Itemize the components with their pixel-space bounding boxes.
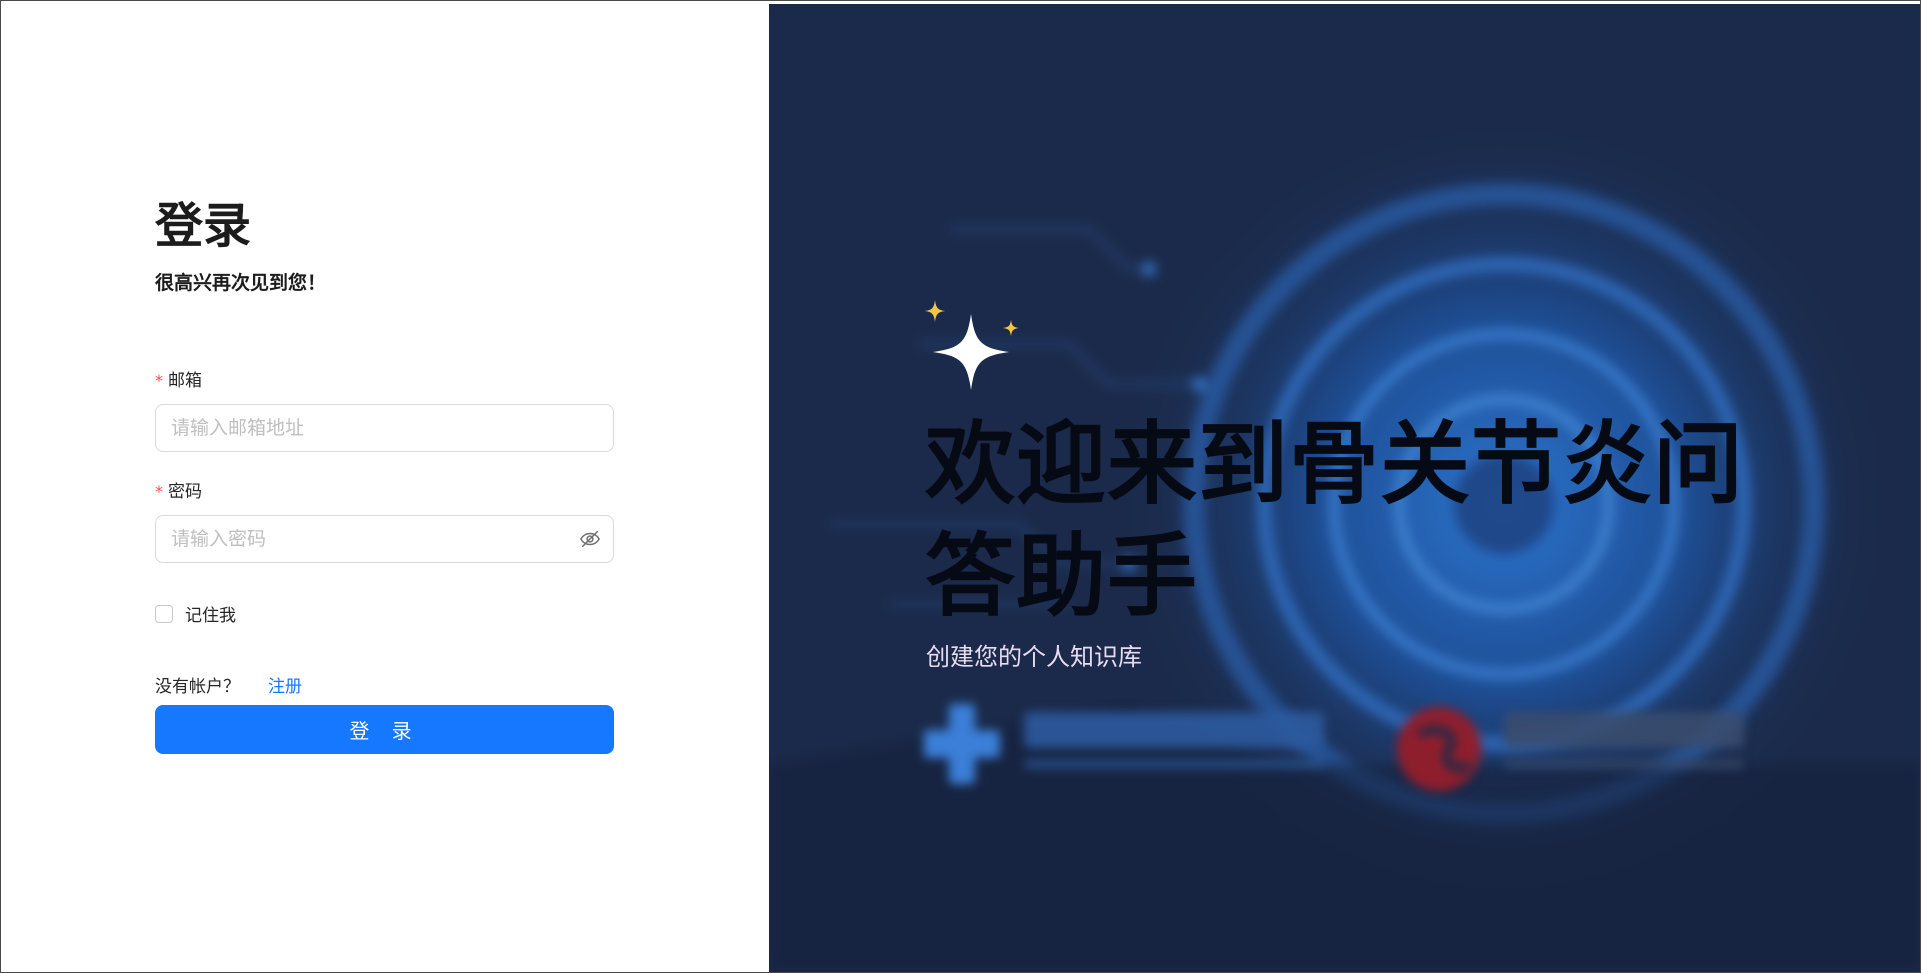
hospital-logo bbox=[924, 704, 1324, 784]
hero-subtitle: 创建您的个人知识库 bbox=[926, 643, 1142, 671]
login-form: 登录 很高兴再次见到您！ * 邮箱 * 密码 bbox=[155, 197, 614, 754]
password-label: * 密码 bbox=[155, 480, 614, 504]
login-button[interactable]: 登 录 bbox=[155, 705, 614, 754]
partner-logos bbox=[924, 704, 1744, 791]
password-input[interactable] bbox=[156, 516, 586, 562]
required-mark: * bbox=[155, 371, 163, 390]
login-title: 登录 bbox=[155, 198, 252, 254]
required-mark: * bbox=[155, 482, 163, 501]
hero-panel: 欢迎来到骨关节炎问答助手 创建您的个人知识库 bbox=[769, 4, 1920, 972]
sparkle-icon bbox=[925, 300, 1019, 390]
email-input-wrapper bbox=[155, 404, 614, 452]
university-logo bbox=[1397, 707, 1744, 791]
login-page: 登录 很高兴再次见到您！ * 邮箱 * 密码 bbox=[0, 0, 1921, 973]
hero-title: 欢迎来到骨关节炎问答助手 bbox=[925, 412, 1744, 629]
login-panel: 登录 很高兴再次见到您！ * 邮箱 * 密码 bbox=[1, 1, 769, 972]
email-label-text: 邮箱 bbox=[168, 371, 202, 391]
login-subtitle: 很高兴再次见到您！ bbox=[155, 272, 327, 294]
email-input[interactable] bbox=[156, 405, 586, 451]
remember-me-checkbox[interactable] bbox=[155, 604, 173, 623]
register-row: 没有帐户？ 注册 bbox=[155, 672, 614, 697]
eye-invisible-icon[interactable] bbox=[579, 528, 601, 550]
remember-me-label[interactable]: 记住我 bbox=[185, 601, 236, 626]
email-label: * 邮箱 bbox=[155, 369, 614, 393]
remember-me-row: 记住我 bbox=[155, 601, 614, 626]
register-link[interactable]: 注册 bbox=[268, 672, 302, 697]
password-label-text: 密码 bbox=[168, 482, 202, 502]
password-input-wrapper bbox=[155, 515, 614, 563]
no-account-text: 没有帐户？ bbox=[155, 677, 240, 697]
